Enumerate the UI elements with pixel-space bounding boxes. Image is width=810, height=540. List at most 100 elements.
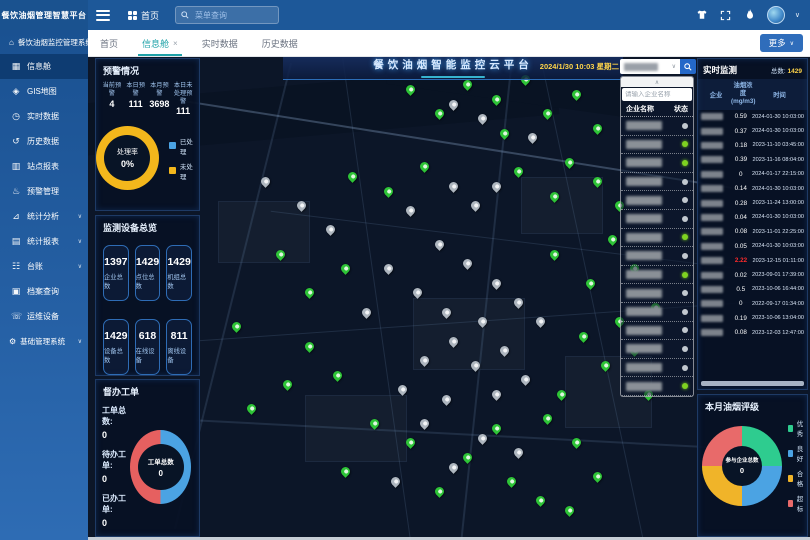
company-list-item[interactable] [621,340,693,359]
table-row[interactable]: 0 2024-01-17 22:15:00 [698,167,807,181]
more-button[interactable]: 更多∨ [760,34,803,52]
map-marker[interactable] [606,233,619,246]
map-marker[interactable] [418,161,431,174]
table-row[interactable]: 0.5 2023-10-06 16:44:00 [698,282,807,296]
company-list-item[interactable] [621,266,693,285]
company-list-item[interactable] [621,322,693,341]
menu-search-input[interactable] [193,10,267,21]
flame-icon[interactable] [743,8,757,22]
company-list-item[interactable] [621,229,693,248]
horizontal-scrollbar[interactable] [701,381,804,386]
stat-card[interactable]: 1397 企业总数 [103,245,129,301]
page-tab[interactable]: 首页 [88,30,130,56]
company-list-item[interactable] [621,247,693,266]
theme-icon[interactable] [695,8,709,22]
company-list-item[interactable] [621,154,693,173]
map-marker[interactable] [404,204,417,217]
fullscreen-icon[interactable] [719,8,733,22]
table-row[interactable]: 0.08 2023-11-01 22:25:00 [698,225,807,239]
map-marker[interactable] [541,412,554,425]
map-marker[interactable] [382,185,395,198]
sidebar-menu-item[interactable]: ▤ 统计报表 ∨ [0,229,88,254]
map-marker[interactable] [418,417,431,430]
sidebar-menu-item[interactable]: ↺ 历史数据 ∨ [0,129,88,154]
company-list-item[interactable] [621,303,693,322]
company-list-item[interactable] [621,117,693,136]
company-list-item[interactable] [621,136,693,155]
map-marker[interactable] [447,180,460,193]
map-marker[interactable] [490,180,503,193]
sidebar-menu-item[interactable]: ☏ 运维设备 ∨ [0,304,88,329]
map-marker[interactable] [433,238,446,251]
map-marker[interactable] [534,495,547,508]
map-marker[interactable] [231,320,244,333]
hamburger-menu-icon[interactable] [96,10,110,21]
table-row[interactable]: 0.08 2023-12-03 12:47:00 [698,325,807,339]
map-marker[interactable] [440,393,453,406]
map-marker[interactable] [563,504,576,517]
map-marker[interactable] [519,374,532,387]
map-marker[interactable] [346,170,359,183]
sidebar-menu-item[interactable]: ▣ 档案查询 ∨ [0,279,88,304]
map-marker[interactable] [505,475,518,488]
map-marker[interactable] [490,388,503,401]
table-row[interactable]: 0.18 2023-11-10 03:45:00 [698,138,807,152]
company-name-input[interactable] [622,91,692,98]
map-marker[interactable] [490,422,503,435]
map-marker[interactable] [339,466,352,479]
map-marker[interactable] [433,485,446,498]
table-row[interactable]: 0.02 2023-09-01 17:39:00 [698,268,807,282]
table-row[interactable]: 0.19 2023-10-06 13:04:00 [698,311,807,325]
company-list-item[interactable] [621,191,693,210]
sidebar-menu-item[interactable]: ♨ 预警管理 ∨ [0,179,88,204]
table-row[interactable]: 2.22 2023-12-15 01:11:00 [698,253,807,267]
page-tab[interactable]: 实时数据 [190,30,250,56]
sidebar-group-base-system[interactable]: ⚙ 基础管理系统 ∨ [0,329,88,353]
company-list-item[interactable] [621,377,693,396]
menu-search-box[interactable] [175,6,279,24]
company-list-item[interactable] [621,210,693,229]
map-marker[interactable] [548,248,561,261]
sidebar-menu-item[interactable]: ▦ 信息舱 ∨ [0,54,88,79]
stat-card[interactable]: 618 在线设备 [135,319,161,375]
sidebar-menu-item[interactable]: ◷ 实时数据 ∨ [0,104,88,129]
collapse-button[interactable]: ∧ [621,77,693,87]
map-marker[interactable] [512,446,525,459]
map-marker[interactable] [303,286,316,299]
map-marker[interactable] [462,257,475,270]
sidebar-menu-item[interactable]: ⊿ 统计分析 ∨ [0,204,88,229]
map-search-button[interactable] [680,59,696,74]
stat-card[interactable]: 811 离线设备 [166,319,192,375]
company-search-box[interactable] [622,88,692,101]
map-marker[interactable] [462,451,475,464]
company-list-item[interactable] [621,284,693,303]
sidebar-menu-item[interactable]: ▥ 站点报表 ∨ [0,154,88,179]
company-select-dropdown[interactable]: ∨ [620,59,680,74]
map-marker[interactable] [577,330,590,343]
map-marker[interactable] [324,224,337,237]
avatar[interactable] [767,6,785,24]
map-marker[interactable] [469,199,482,212]
map-marker[interactable] [498,127,511,140]
chevron-down-icon[interactable]: ∨ [795,11,800,19]
table-row[interactable]: 0.37 2024-01-30 10:03:00 [698,124,807,138]
table-row[interactable]: 0.28 2023-11-24 13:00:00 [698,196,807,210]
map-marker[interactable] [592,122,605,135]
table-row[interactable]: 0.05 2024-01-30 10:03:00 [698,239,807,253]
sidebar-menu-item[interactable]: ☷ 台账 ∨ [0,254,88,279]
map-marker[interactable] [382,262,395,275]
table-row[interactable]: 0.59 2024-01-30 10:03:00 [698,110,807,124]
map-marker[interactable] [332,369,345,382]
map-marker[interactable] [490,277,503,290]
page-tab[interactable]: 历史数据 [250,30,310,56]
map-marker[interactable] [339,262,352,275]
map-marker[interactable] [281,378,294,391]
close-icon[interactable]: × [173,39,178,48]
table-row[interactable]: 0 2022-09-17 01:34:00 [698,297,807,311]
table-row[interactable]: 0.14 2024-01-30 10:03:00 [698,181,807,195]
stat-card[interactable]: 1429 设备总数 [103,319,129,375]
stat-card[interactable]: 1429 点位总数 [135,245,161,301]
sidebar-menu-item[interactable]: ◈ GIS地图 ∨ [0,79,88,104]
company-list-item[interactable] [621,359,693,378]
map-marker[interactable] [303,340,316,353]
